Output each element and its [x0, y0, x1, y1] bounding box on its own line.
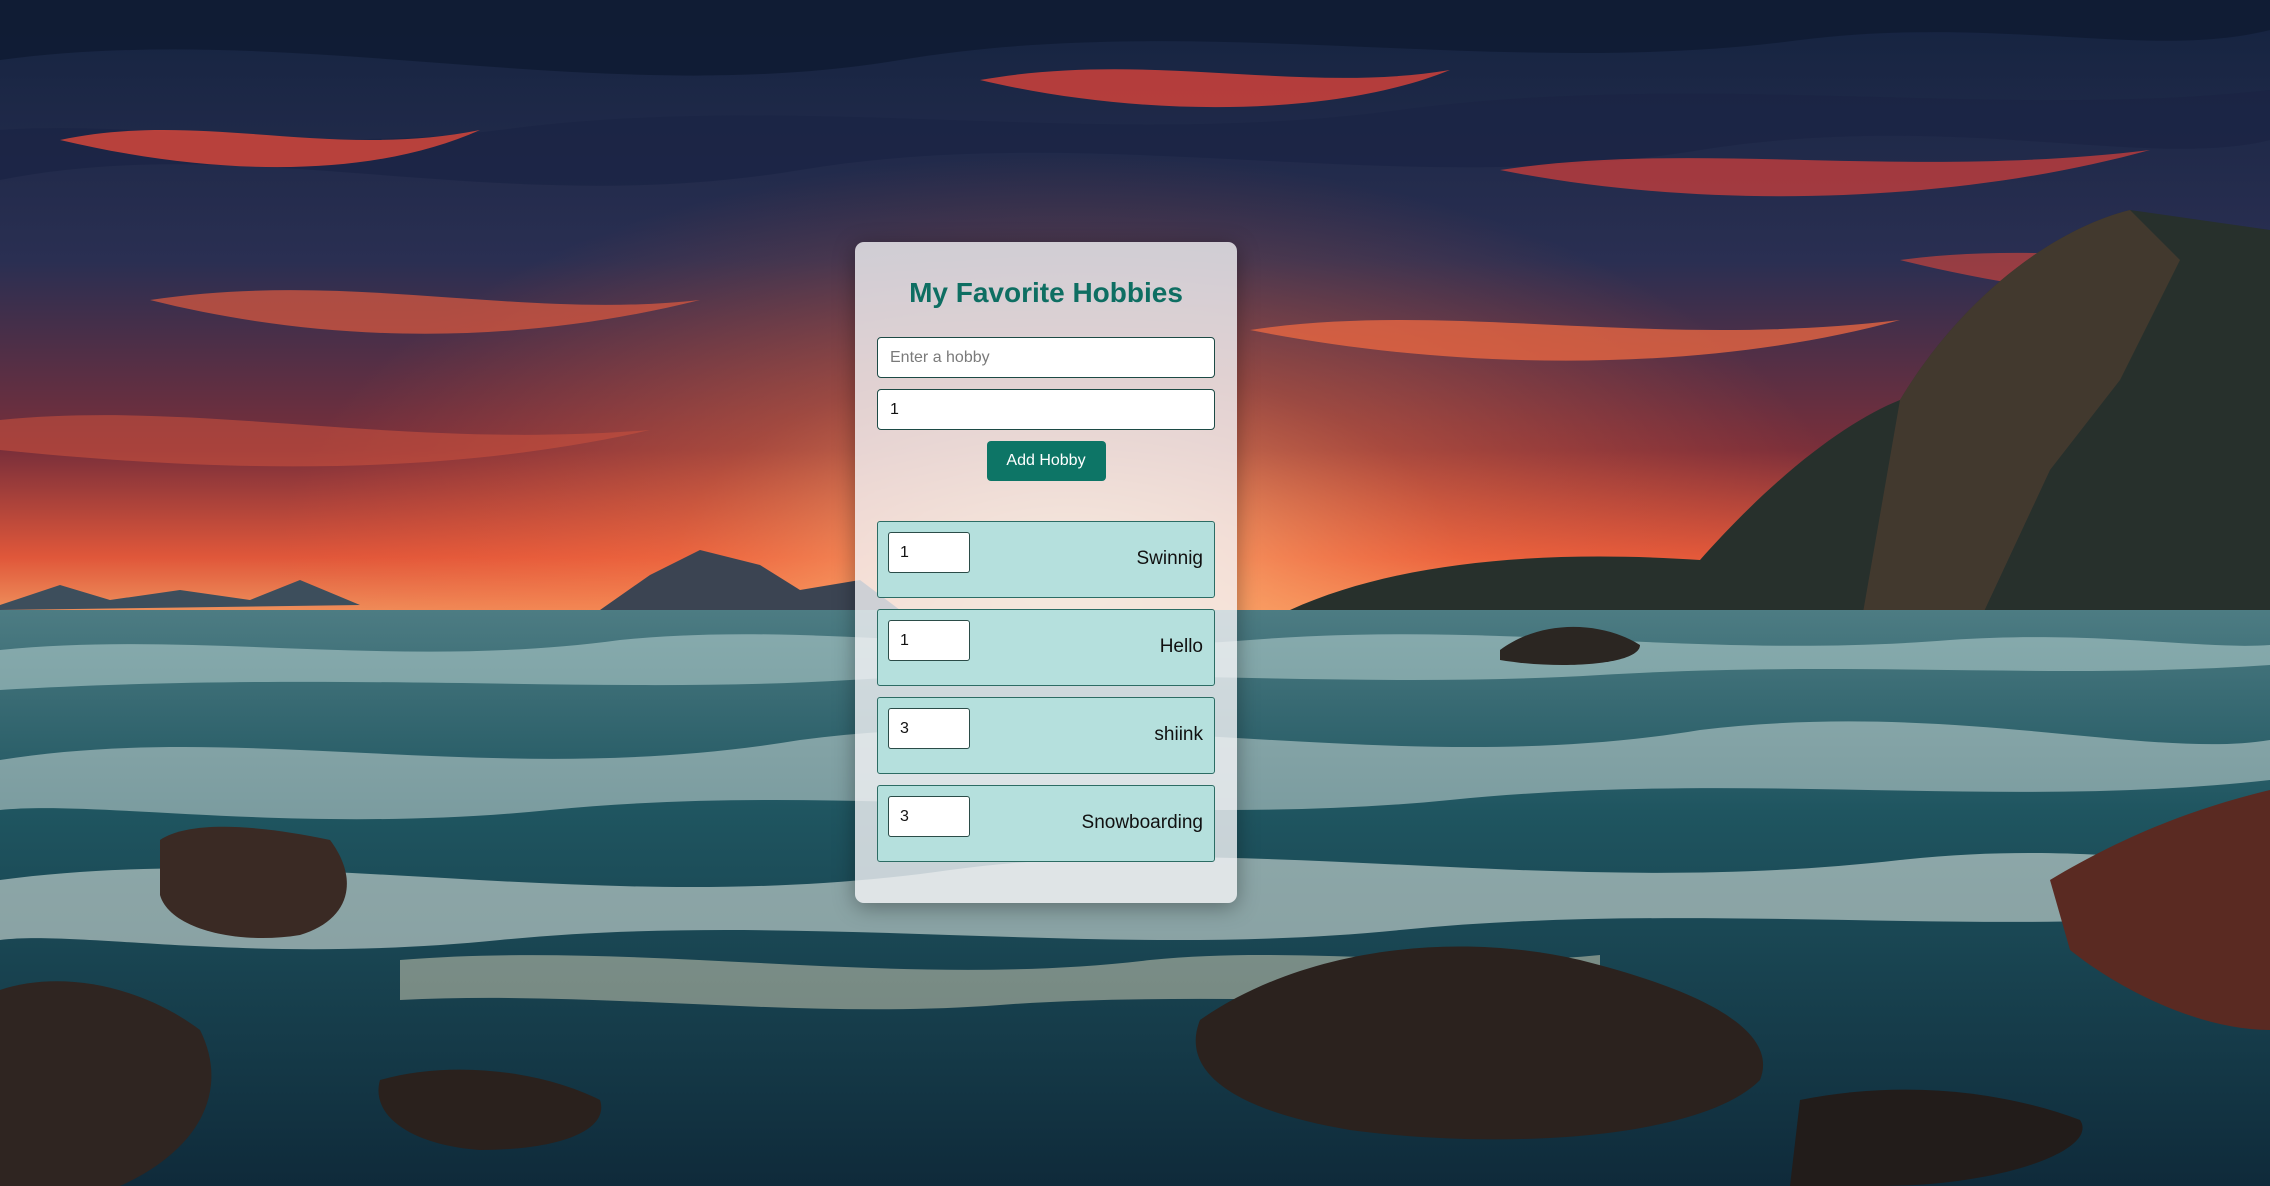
hobby-priority-field[interactable] — [888, 708, 970, 749]
page-title: My Favorite Hobbies — [909, 277, 1183, 308]
hobby-priority-field[interactable] — [888, 796, 970, 837]
hobby-name: Snowboarding — [1081, 812, 1203, 833]
hobby-name: Swinnig — [1136, 548, 1203, 569]
list-item: Swinnig — [877, 521, 1215, 598]
hobby-priority-field[interactable] — [888, 532, 970, 573]
hobby-priority-field[interactable] — [888, 620, 970, 661]
list-item: shiink — [877, 697, 1215, 774]
hobby-name: shiink — [1154, 724, 1203, 745]
add-hobby-button[interactable]: Add Hobby — [986, 441, 1106, 481]
list-item: Hello — [877, 609, 1215, 686]
hobby-name: Hello — [1159, 636, 1203, 657]
hobby-name-input[interactable] — [877, 337, 1215, 378]
hobby-priority-input[interactable] — [877, 389, 1215, 430]
list-item: Snowboarding — [877, 785, 1215, 862]
hobby-list: Swinnig Hello shiink Snowboarding — [877, 521, 1215, 862]
hobbies-card: My Favorite Hobbies Add Hobby Swinnig He… — [855, 242, 1237, 903]
